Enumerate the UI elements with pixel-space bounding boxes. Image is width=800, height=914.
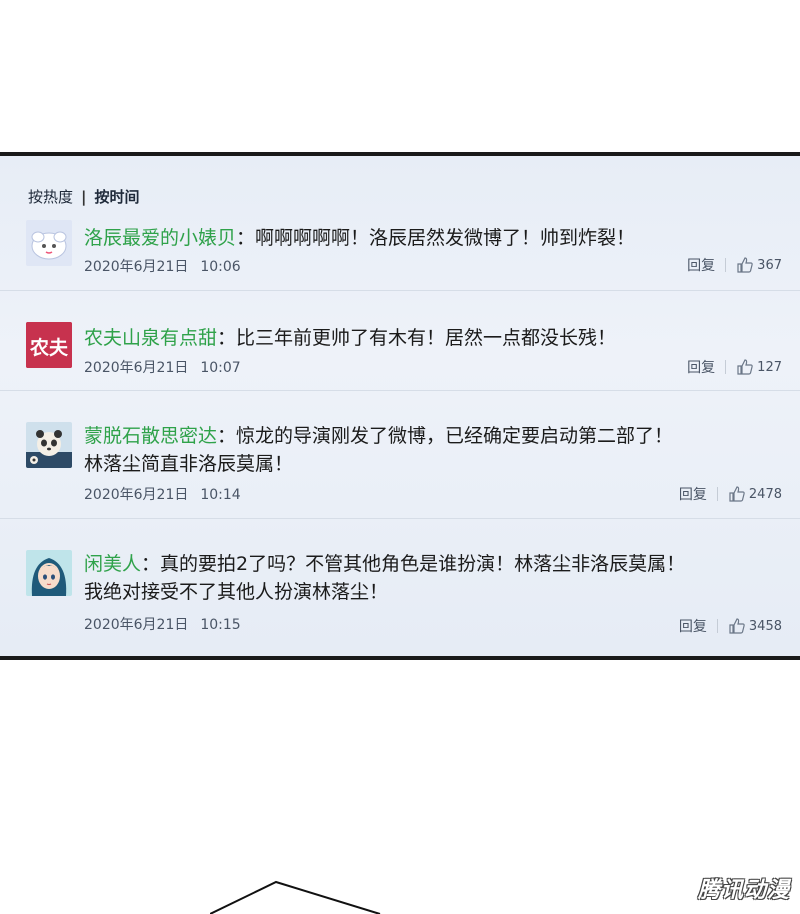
comment-meta: 2020年6月21日 10:15 [84,614,241,634]
comment-actions: 回复 2478 [679,484,782,504]
watermark-logo: 腾讯动漫 [697,878,790,903]
comment-body: 蒙脱石散思密达：惊龙的导演刚发了微博，已经确定要启动第二部了！ 林落尘简直非洛辰… [84,422,780,478]
comment-actions: 回复 3458 [679,616,782,636]
action-divider [725,360,727,374]
avatar[interactable]: 农夫 [26,322,72,368]
comment-time: 10:14 [200,487,241,503]
comment-divider [0,290,800,291]
comment-username[interactable]: 闲美人 [84,553,141,575]
avatar[interactable] [26,422,72,468]
comment-date: 2020年6月21日 [84,360,189,376]
comment-body: 洛辰最爱的小婊贝：啊啊啊啊啊！洛辰居然发微博了！帅到炸裂！ [84,224,780,252]
comment-text-line2: 林落尘简直非洛辰莫属！ [84,453,294,475]
comic-page: 按热度 | 按时间 洛辰最爱的小婊贝：啊啊啊啊啊！洛辰居然发微博了！帅到炸裂！ [0,0,800,914]
comment-body: 闲美人：真的要拍2了吗？不管其他角色是谁扮演！林落尘非洛辰莫属！ 我绝对接受不了… [84,550,780,606]
avatar[interactable] [26,550,72,596]
thumbs-up-icon[interactable] [736,358,754,376]
action-divider [725,258,727,272]
sort-separator: | [81,187,87,206]
avatar[interactable] [26,220,72,266]
panda-icon [26,422,72,468]
sort-by-time-tab[interactable]: 按时间 [95,186,140,207]
like-count: 127 [757,359,782,375]
comment-text: ：啊啊啊啊啊！洛辰居然发微博了！帅到炸裂！ [236,227,636,249]
comment-text: ：真的要拍2了吗？不管其他角色是谁扮演！林落尘非洛辰莫属！ [141,553,686,575]
thumbs-up-icon[interactable] [736,256,754,274]
comment-time: 10:07 [200,360,241,376]
comment-meta: 2020年6月21日 10:06 [84,256,241,276]
sort-bar: 按热度 | 按时间 [28,186,140,207]
action-divider [716,487,718,501]
like-count: 3458 [748,618,782,634]
comment-meta: 2020年6月21日 10:14 [84,484,241,504]
comment-username[interactable]: 蒙脱石散思密达 [84,425,217,447]
comment-time: 10:15 [200,617,241,633]
comment-actions: 回复 367 [687,255,782,275]
comment-meta: 2020年6月21日 10:07 [84,357,241,377]
thumbs-up-icon[interactable] [728,617,746,635]
like-count: 367 [757,257,782,273]
thumbs-up-icon[interactable] [728,485,746,503]
comment-date: 2020年6月21日 [84,259,189,275]
avatar-text: 农夫 [29,337,68,359]
reply-button[interactable]: 回复 [679,616,707,636]
like-count: 2478 [748,486,782,502]
comment-date: 2020年6月21日 [84,487,189,503]
comment-panel: 按热度 | 按时间 洛辰最爱的小婊贝：啊啊啊啊啊！洛辰居然发微博了！帅到炸裂！ [0,152,800,660]
action-divider [716,619,718,633]
comment-text-line2: 我绝对接受不了其他人扮演林落尘！ [84,581,389,603]
comment-time: 10:06 [200,259,241,275]
comment-username[interactable]: 农夫山泉有点甜 [84,327,217,349]
comment-divider [0,518,800,519]
reply-button[interactable]: 回复 [687,357,715,377]
reply-button[interactable]: 回复 [679,484,707,504]
comment-username[interactable]: 洛辰最爱的小婊贝 [84,227,236,249]
roof-outline-icon [210,880,381,914]
comment-text: ：惊龙的导演刚发了微博，已经确定要启动第二部了！ [217,425,674,447]
anime-girl-icon [26,550,72,596]
comment-actions: 回复 127 [687,357,782,377]
comment-divider [0,390,800,391]
reply-button[interactable]: 回复 [687,255,715,275]
comment-date: 2020年6月21日 [84,617,189,633]
cartoon-sheep-icon [26,220,72,266]
sort-by-hot-tab[interactable]: 按热度 [28,186,73,207]
comment-body: 农夫山泉有点甜：比三年前更帅了有木有！居然一点都没长残！ [84,324,780,352]
comment-text: ：比三年前更帅了有木有！居然一点都没长残！ [217,327,617,349]
